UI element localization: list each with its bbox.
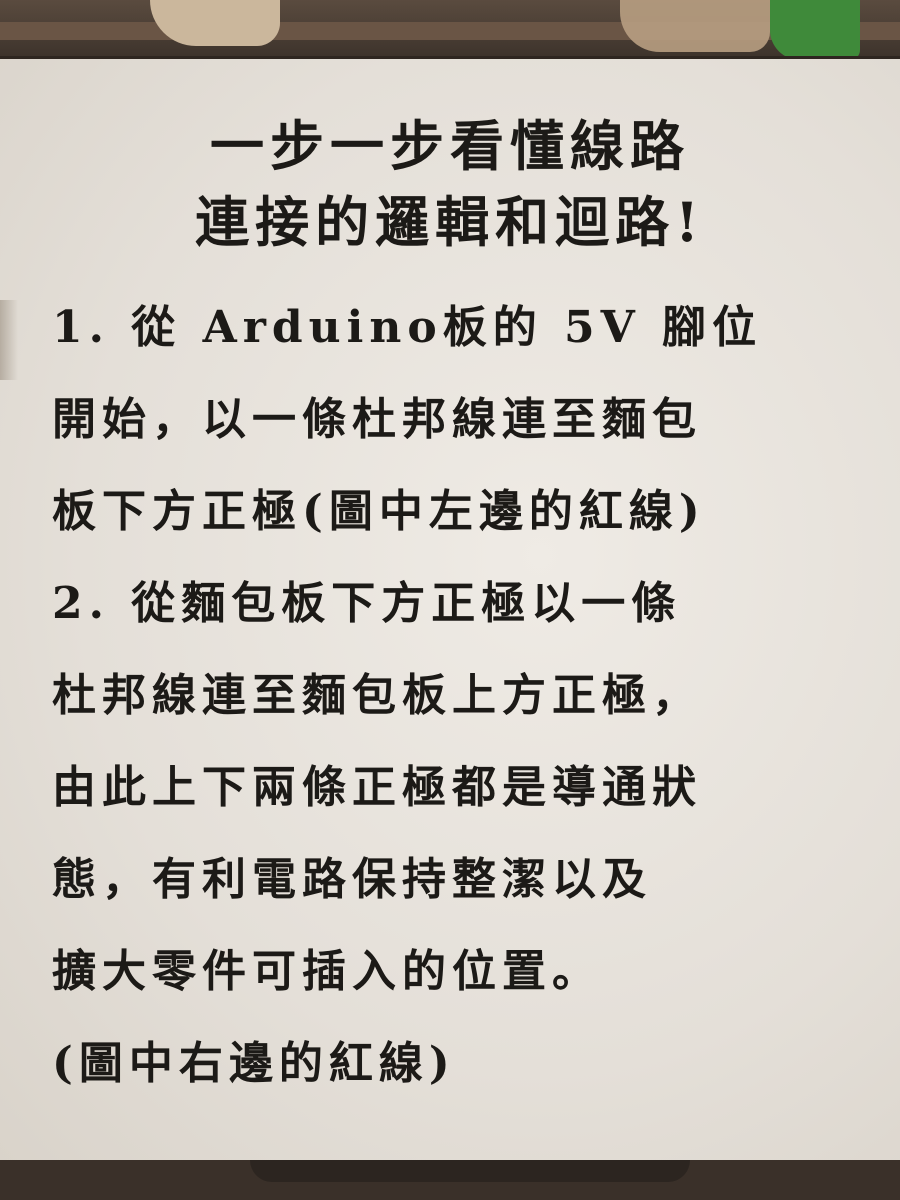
- bottom-curve-decoration: [250, 1160, 690, 1182]
- instruction-line: 擴大零件可插入的位置。: [52, 946, 602, 997]
- instruction-line: 2. 從麵包板下方正極以一條: [52, 578, 682, 629]
- instruction-line: 開始，以一條杜邦線連至麵包: [52, 394, 702, 445]
- top-frame: [0, 0, 900, 60]
- title-line-2: 連接的邏輯和迴路!: [195, 190, 705, 254]
- instruction-line: 杜邦線連至麵包板上方正極，: [52, 670, 702, 721]
- instruction-line: 態，有利電路保持整潔以及: [52, 854, 652, 905]
- bottom-frame: [0, 1160, 900, 1200]
- title-line-1: 一步一步看懂線路: [210, 114, 690, 178]
- instruction-line: 板下方正極(圖中左邊的紅線): [52, 486, 706, 537]
- page-title: 一步一步看懂線路 連接的邏輯和迴路!: [0, 108, 900, 260]
- left-shadow-decoration: [0, 300, 18, 380]
- paper-decoration-right: [620, 0, 770, 52]
- instruction-line: 由此上下兩條正極都是導通狀: [52, 762, 702, 813]
- instruction-text: 1. 從 Arduino板的 5V 腳位 開始，以一條杜邦線連至麵包 板下方正極…: [52, 282, 892, 1110]
- leaf-decoration: [770, 0, 860, 60]
- instruction-line: (圖中右邊的紅線): [52, 1038, 456, 1089]
- instruction-line: 1. 從 Arduino板的 5V 腳位: [52, 302, 763, 353]
